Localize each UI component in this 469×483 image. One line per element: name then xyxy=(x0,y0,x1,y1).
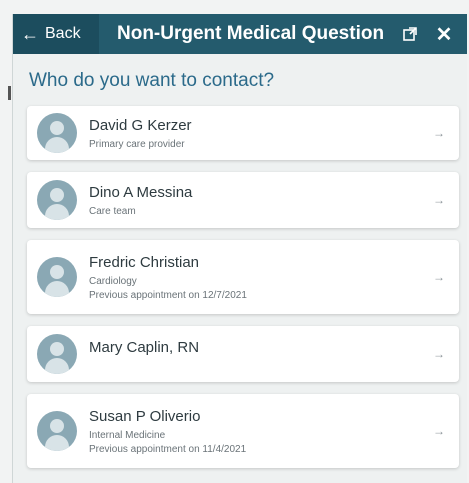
contact-card[interactable]: David G Kerzer Primary care provider → xyxy=(27,106,459,160)
previous-appointment: Previous appointment on 12/7/2021 xyxy=(89,289,247,301)
contact-list: David G Kerzer Primary care provider → D… xyxy=(13,106,467,468)
arrow-right-icon: → xyxy=(433,126,445,140)
avatar xyxy=(37,113,77,153)
avatar xyxy=(37,257,77,297)
contact-name: Susan P Oliverio xyxy=(89,407,201,425)
contact-role: Care team xyxy=(89,205,136,217)
back-button[interactable]: ← Back xyxy=(13,14,99,54)
contact-name: Fredric Christian xyxy=(89,253,200,271)
popout-icon[interactable] xyxy=(397,21,423,47)
back-arrow-icon: ← xyxy=(21,24,39,44)
arrow-right-icon: → xyxy=(433,347,445,361)
contact-card[interactable]: Fredric Christian Cardiology Previous ap… xyxy=(27,240,459,314)
contact-card[interactable]: Mary Caplin, RN → xyxy=(27,326,459,382)
arrow-right-icon: → xyxy=(433,270,445,284)
avatar xyxy=(37,411,77,451)
contact-name: Mary Caplin, RN xyxy=(89,338,200,356)
avatar xyxy=(37,180,77,220)
dialog-header: ← Back Non-Urgent Medical Question ✕ xyxy=(13,14,467,54)
contact-department: Internal Medicine xyxy=(89,429,166,441)
contact-role: Primary care provider xyxy=(89,138,185,150)
arrow-right-icon: → xyxy=(433,193,445,207)
contact-prompt: Who do you want to contact? xyxy=(29,70,275,91)
edge-mark xyxy=(8,86,11,100)
contact-card[interactable]: Dino A Messina Care team → xyxy=(27,172,459,228)
close-icon[interactable]: ✕ xyxy=(431,21,457,47)
contact-department: Cardiology xyxy=(89,275,137,287)
arrow-right-icon: → xyxy=(433,424,445,438)
dialog: ← Back Non-Urgent Medical Question ✕ Who… xyxy=(12,14,467,483)
contact-card[interactable]: Susan P Oliverio Internal Medicine Previ… xyxy=(27,394,459,468)
avatar xyxy=(37,334,77,374)
back-label: Back xyxy=(45,25,81,42)
contact-name: Dino A Messina xyxy=(89,183,193,201)
previous-appointment: Previous appointment on 11/4/2021 xyxy=(89,443,247,455)
contact-name: David G Kerzer xyxy=(89,116,192,134)
dialog-title: Non-Urgent Medical Question xyxy=(117,23,385,44)
